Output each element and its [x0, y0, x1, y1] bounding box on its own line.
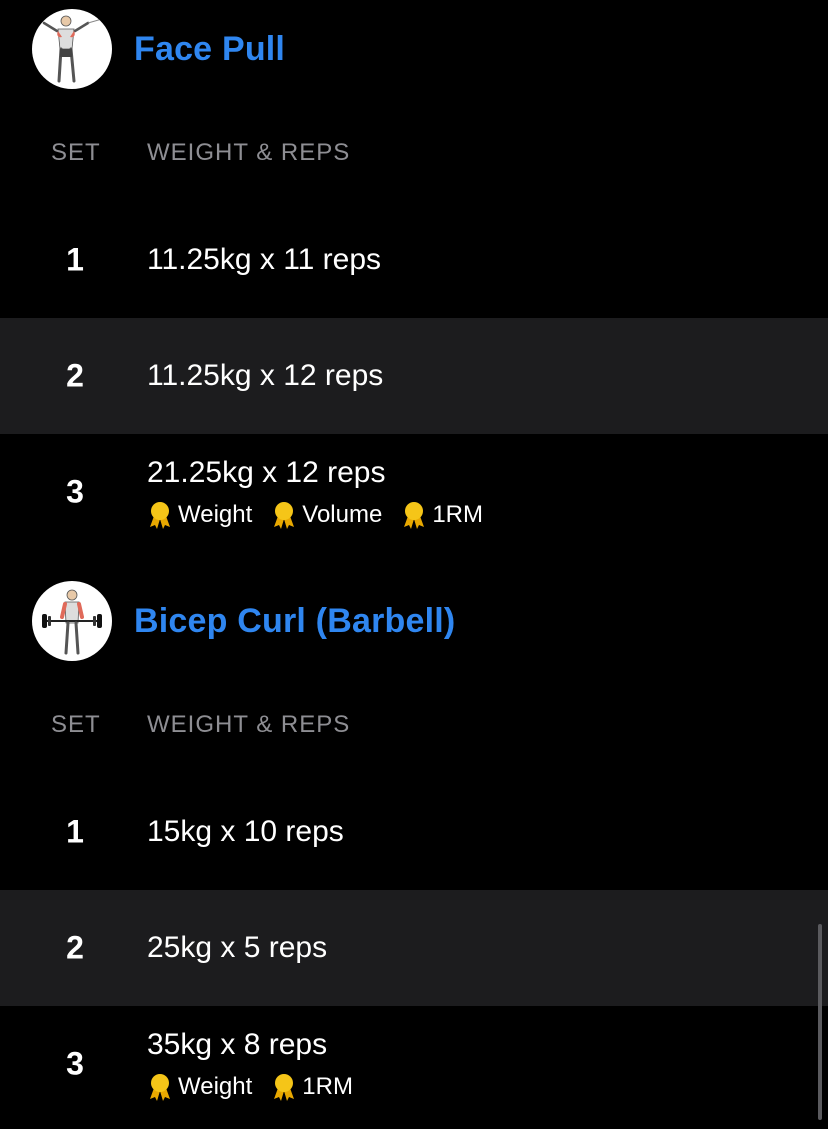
set-row: 2 25kg x 5 reps — [0, 890, 828, 1006]
record-label: Volume — [302, 501, 383, 528]
record-badge: Volume — [270, 500, 382, 530]
record-label: Weight — [178, 1073, 253, 1100]
exercise-header[interactable]: Face Pull — [32, 9, 285, 89]
set-number: 3 — [66, 473, 84, 510]
weight-reps-column-label: WEIGHT & REPS — [147, 139, 351, 166]
set-row: 3 35kg x 8 reps Weight 1RM — [0, 1006, 828, 1122]
record-badges: Weight Volume 1RM — [146, 500, 501, 530]
exercise-header[interactable]: Bicep Curl (Barbell) — [32, 581, 455, 661]
set-number: 2 — [66, 929, 84, 966]
set-column-label: SET — [51, 711, 101, 738]
weight-reps-value: 15kg x 10 reps — [147, 815, 344, 848]
exercise-bicep-curl: Bicep Curl (Barbell) SET WEIGHT & REPS 1… — [0, 572, 828, 1129]
set-number: 2 — [66, 357, 84, 394]
medal-icon — [274, 1074, 295, 1101]
set-number: 1 — [66, 241, 84, 278]
record-label: 1RM — [432, 501, 483, 528]
column-header: SET WEIGHT & REPS — [0, 705, 828, 745]
set-row: 3 21.25kg x 12 reps Weight Volume 1RM — [0, 434, 828, 550]
column-header: SET WEIGHT & REPS — [0, 133, 828, 173]
record-badge: Weight — [146, 1072, 252, 1102]
record-badges: Weight 1RM — [146, 1072, 371, 1102]
record-label: 1RM — [302, 1073, 353, 1100]
scrollbar[interactable] — [818, 924, 822, 1120]
weight-reps-value: 21.25kg x 12 reps — [147, 456, 386, 489]
medal-icon — [274, 502, 295, 529]
set-row: 1 15kg x 10 reps — [0, 774, 828, 890]
exercise-face-pull: Face Pull SET WEIGHT & REPS 1 11.25kg x … — [0, 0, 828, 560]
weight-reps-value: 11.25kg x 12 reps — [147, 359, 384, 392]
exercise-image[interactable] — [32, 9, 112, 89]
record-label: Weight — [178, 501, 253, 528]
set-column-label: SET — [51, 139, 101, 166]
medal-icon — [150, 1074, 170, 1101]
set-row: 2 11.25kg x 12 reps — [0, 318, 828, 434]
exercise-title[interactable]: Face Pull — [134, 30, 285, 69]
record-badge: 1RM — [400, 500, 483, 530]
weight-reps-value: 25kg x 5 reps — [147, 931, 328, 964]
record-badge: 1RM — [270, 1072, 353, 1102]
weight-reps-value: 11.25kg x 11 reps — [147, 243, 382, 276]
medal-icon — [150, 502, 170, 529]
exercise-image[interactable] — [32, 581, 112, 661]
bicep-curl-figure-icon — [42, 589, 102, 655]
set-number: 1 — [66, 813, 84, 850]
face-pull-figure-icon — [42, 15, 103, 83]
weight-reps-column-label: WEIGHT & REPS — [147, 711, 351, 738]
exercise-title[interactable]: Bicep Curl (Barbell) — [134, 602, 455, 641]
record-badge: Weight — [146, 500, 252, 530]
medal-icon — [404, 502, 425, 529]
weight-reps-value: 35kg x 8 reps — [147, 1028, 328, 1061]
set-row: 1 11.25kg x 11 reps — [0, 202, 828, 318]
set-number: 3 — [66, 1045, 84, 1082]
